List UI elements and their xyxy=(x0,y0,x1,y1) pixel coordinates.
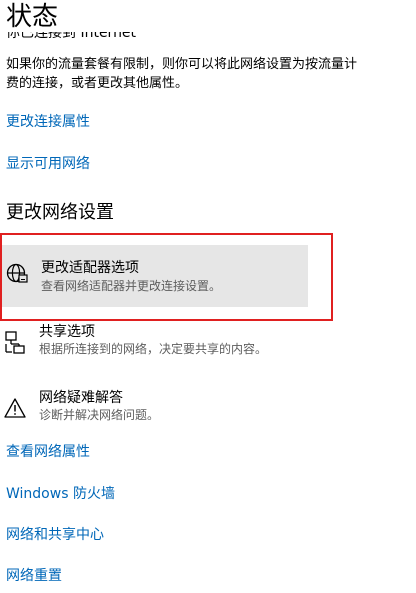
network-sharing-center-link[interactable]: 网络和共享中心 xyxy=(6,525,104,545)
metered-connection-description: 如果你的流量套餐有限制，则你可以将此网络设置为按流量计 费的连接，或者更改其他属… xyxy=(6,55,416,93)
change-adapter-options-subtitle: 查看网络适配器并更改连接设置。 xyxy=(41,279,222,293)
change-adapter-options-title: 更改适配器选项 xyxy=(41,260,139,276)
connection-status-line: 你已连接到 Internet xyxy=(6,32,406,44)
view-network-properties-link[interactable]: 查看网络属性 xyxy=(6,442,90,462)
change-adapter-options-button[interactable]: 更改适配器选项 查看网络适配器并更改连接设置。 xyxy=(2,245,308,307)
sharing-options-subtitle: 根据所连接到的网络，决定要共享的内容。 xyxy=(39,342,268,356)
network-reset-link[interactable]: 网络重置 xyxy=(6,566,62,586)
globe-ethernet-icon xyxy=(6,263,28,283)
network-troubleshooter-subtitle: 诊断并解决网络问题。 xyxy=(39,408,160,422)
page-title: 状态 xyxy=(6,2,59,32)
network-troubleshooter-title: 网络疑难解答 xyxy=(39,390,123,406)
windows-firewall-link[interactable]: Windows 防火墙 xyxy=(6,484,115,504)
sharing-network-icon xyxy=(5,331,25,354)
sharing-options-button[interactable]: 共享选项 根据所连接到的网络，决定要共享的内容。 xyxy=(0,322,330,368)
change-connection-properties-link[interactable]: 更改连接属性 xyxy=(6,112,90,132)
change-network-settings-heading: 更改网络设置 xyxy=(6,202,114,223)
connection-status-text: 你已连接到 Internet xyxy=(6,32,137,41)
network-troubleshooter-button[interactable]: 网络疑难解答 诊断并解决网络问题。 xyxy=(0,388,330,434)
show-available-networks-link[interactable]: 显示可用网络 xyxy=(6,154,90,174)
warning-triangle-icon xyxy=(4,398,26,418)
description-line-2: 费的连接，或者更改其他属性。 xyxy=(6,76,189,91)
sharing-options-title: 共享选项 xyxy=(39,324,95,340)
description-line-1: 如果你的流量套餐有限制，则你可以将此网络设置为按流量计 xyxy=(6,57,358,72)
